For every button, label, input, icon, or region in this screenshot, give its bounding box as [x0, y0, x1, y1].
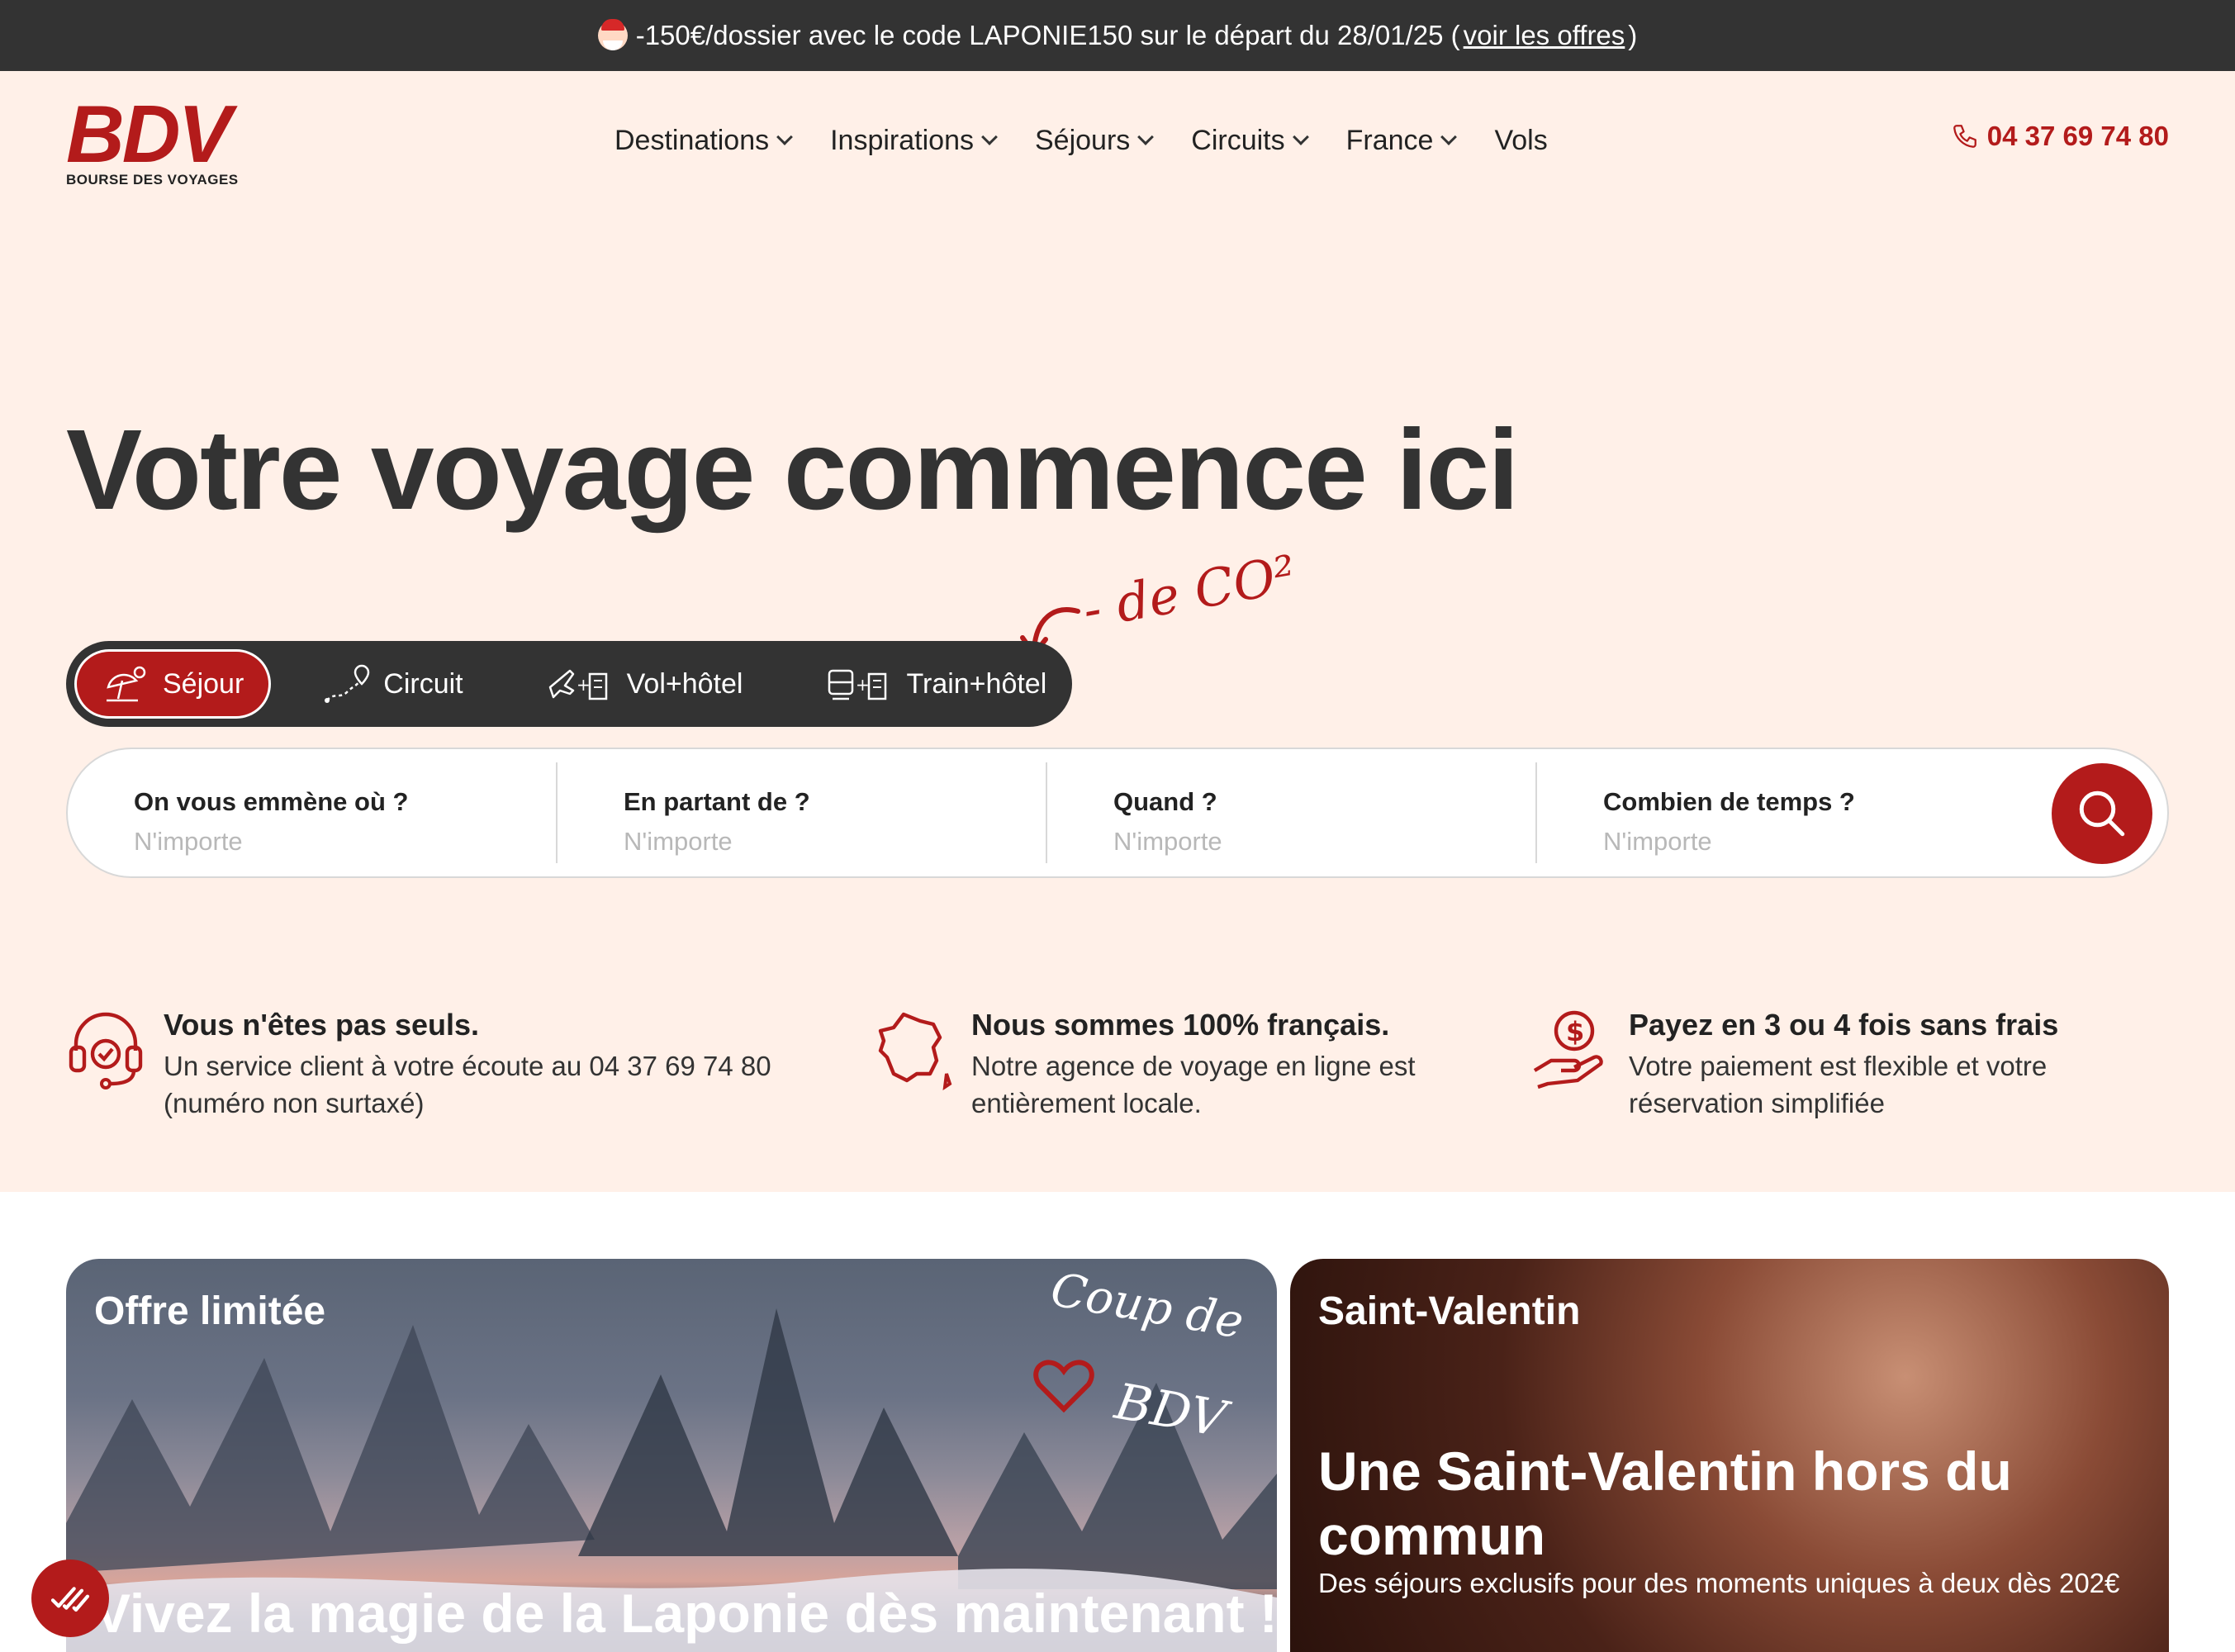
feature-support: Vous n'êtes pas seuls. Un service client… [66, 1008, 771, 1122]
duration-field[interactable]: Combien de temps ? N'importe [1537, 762, 2016, 863]
nav-vols[interactable]: Vols [1494, 125, 1547, 157]
plane-hotel-icon: + [548, 669, 607, 700]
departure-field[interactable]: En partant de ? N'importe [558, 762, 1047, 863]
card-title: Une Saint-Valentin hors du commun [1318, 1441, 2012, 1566]
tab-label: Train+hôtel [906, 667, 1047, 700]
svg-text:+: + [577, 675, 591, 695]
tab-sejour[interactable]: Séjour [74, 649, 272, 719]
chevron-down-icon [776, 129, 794, 145]
nav-inspirations[interactable]: Inspirations [830, 124, 998, 157]
tab-label: Circuit [383, 667, 463, 700]
nav-label: Circuits [1191, 124, 1285, 156]
feature-desc: Un service client à votre écoute au 04 3… [164, 1051, 771, 1081]
field-label: Quand ? [1113, 787, 1217, 816]
feature-title: Nous sommes 100% français. [971, 1008, 1390, 1042]
coup-de-coeur-sticker: Coup de BDV [1033, 1272, 1247, 1450]
train-hotel-icon: + [828, 669, 887, 700]
feature-desc: Votre paiement est flexible et votre [1629, 1051, 2048, 1081]
page-title: Votre voyage commence ici [66, 406, 1520, 534]
main-nav: Destinations Inspirations Séjours Circui… [615, 116, 1548, 165]
svg-text:$: $ [1566, 1016, 1584, 1047]
nav-label: Vols [1494, 124, 1548, 156]
chevron-down-icon [981, 129, 998, 145]
card-desc: Des séjours exclusifs pour des moments u… [1318, 1568, 2120, 1598]
nav-sejours[interactable]: Séjours [1034, 124, 1155, 157]
feature-desc: Notre agence de voyage en ligne est [971, 1051, 1416, 1081]
field-label: En partant de ? [624, 787, 810, 816]
field-placeholder: N'importe [624, 827, 733, 856]
destination-field[interactable]: On vous emmène où ? N'importe [68, 762, 558, 863]
brand-logo[interactable]: BDV BOURSE DES VOYAGES [66, 88, 240, 188]
beach-umbrella-icon [107, 666, 146, 702]
tab-label: Vol+hôtel [626, 667, 743, 700]
route-pin-icon [325, 664, 370, 703]
tab-circuit[interactable]: Circuit [296, 649, 489, 719]
chevron-down-icon [1440, 129, 1458, 145]
svg-text:+: + [856, 675, 870, 695]
card-tag: Offre limitée [94, 1289, 326, 1333]
feature-french: Nous sommes 100% français. Notre agence … [874, 1008, 1416, 1122]
feature-title: Payez en 3 ou 4 fois sans frais [1629, 1008, 2059, 1042]
phone-link[interactable]: 04 37 69 74 80 [1951, 121, 2169, 152]
search-button[interactable] [2052, 763, 2152, 864]
promo-text-tail: ) [1628, 20, 1638, 50]
date-field[interactable]: Quand ? N'importe [1047, 762, 1537, 863]
nav-france[interactable]: France [1345, 124, 1458, 157]
field-placeholder: N'importe [1603, 827, 1712, 856]
nav-circuits[interactable]: Circuits [1191, 124, 1309, 157]
card-tag: Saint-Valentin [1318, 1289, 1581, 1333]
feature-desc: (numéro non surtaxé) [164, 1088, 425, 1118]
tab-train-hotel[interactable]: + Train+hôtel [794, 649, 1073, 719]
tab-label: Séjour [163, 667, 244, 700]
search-icon [2079, 790, 2125, 837]
nav-label: France [1345, 124, 1434, 156]
svg-text:BDV: BDV [1110, 1373, 1235, 1450]
logo-mark: BDV [66, 88, 232, 179]
field-label: On vous emmène où ? [134, 787, 409, 816]
promo-offers-link[interactable]: voir les offres [1464, 20, 1625, 51]
feature-desc: réservation simplifiée [1629, 1088, 1885, 1118]
promo-card-valentin[interactable]: Saint-Valentin Une Saint-Valentin hors d… [1290, 1259, 2169, 1652]
nav-label: Destinations [615, 124, 770, 156]
nav-destinations[interactable]: Destinations [615, 124, 794, 157]
hand-coin-icon: $ [1533, 1010, 1603, 1089]
feature-title: Vous n'êtes pas seuls. [164, 1008, 480, 1042]
santa-icon [597, 19, 628, 50]
chevron-down-icon [1137, 129, 1155, 145]
phone-number: 04 37 69 74 80 [1986, 121, 2169, 151]
checkmarks-icon [50, 1587, 90, 1612]
nav-label: Séjours [1034, 124, 1131, 156]
france-map-icon [878, 1012, 952, 1090]
card-title: Vivez la magie de la Laponie dès mainten… [94, 1583, 1277, 1644]
nav-label: Inspirations [830, 124, 974, 156]
logo-subtitle: BOURSE DES VOYAGES [66, 172, 239, 188]
trust-badge-button[interactable] [31, 1559, 109, 1637]
promo-text: -150€/dossier avec le code LAPONIE150 su… [635, 20, 1460, 50]
feature-desc: entièrement locale. [971, 1088, 1202, 1118]
tab-vol-hotel[interactable]: + Vol+hôtel [515, 649, 770, 719]
search-tabs: Séjour Circuit + Vol+hôtel + Train+hôtel [66, 641, 1072, 727]
phone-icon [1953, 125, 1976, 148]
chevron-down-icon [1292, 129, 1309, 145]
field-placeholder: N'importe [1113, 827, 1222, 856]
search-bar: On vous emmène où ? N'importe En partant… [66, 748, 2169, 878]
field-placeholder: N'importe [134, 827, 243, 856]
svg-text:Coup de: Coup de [1046, 1272, 1247, 1350]
field-label: Combien de temps ? [1603, 787, 1855, 816]
feature-payment: $ Payez en 3 ou 4 fois sans frais Votre … [1531, 1008, 2058, 1122]
promo-banner: -150€/dossier avec le code LAPONIE150 su… [0, 0, 2235, 71]
headset-icon [69, 1012, 143, 1089]
